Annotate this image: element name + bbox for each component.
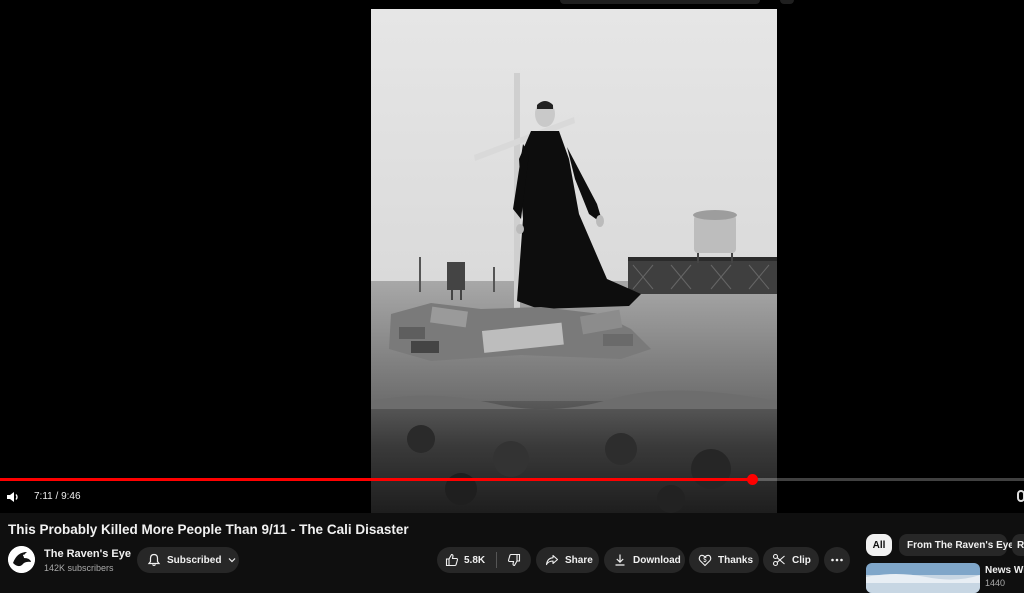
- channel-name[interactable]: The Raven's Eye: [44, 548, 131, 560]
- thanks-button[interactable]: Thanks: [689, 547, 759, 573]
- time-separator: /: [52, 491, 62, 502]
- share-arrow-icon: [545, 554, 559, 566]
- share-button[interactable]: Share: [536, 547, 599, 573]
- progress-bar[interactable]: [0, 474, 1024, 485]
- time-display: 7:11 / 9:46: [34, 491, 81, 502]
- download-icon: [615, 554, 625, 566]
- current-time: 7:11: [34, 491, 53, 502]
- volume-icon[interactable]: [5, 489, 21, 505]
- duration: 9:46: [61, 491, 81, 502]
- progress-scrubber[interactable]: [747, 474, 758, 485]
- like-dislike-group: 5.8K: [437, 547, 531, 573]
- video-title: This Probably Killed More People Than 9/…: [8, 522, 409, 537]
- recommended-meta: 1440: [985, 578, 1006, 588]
- thumbs-down-icon: [507, 553, 521, 567]
- video-player[interactable]: 7:11 / 9:46: [0, 0, 1024, 513]
- chip-related[interactable]: R: [1012, 534, 1024, 556]
- download-label: Download: [633, 554, 681, 566]
- chip-all[interactable]: All: [866, 534, 892, 556]
- more-actions-button[interactable]: [824, 547, 850, 573]
- subscriber-count: 142K subscribers: [44, 563, 114, 573]
- subscribed-label: Subscribed: [167, 554, 222, 566]
- top-search-edge: [560, 0, 760, 4]
- download-button[interactable]: Download: [604, 547, 685, 573]
- recommended-thumbnail[interactable]: [866, 563, 980, 593]
- heart-dollar-icon: [698, 554, 712, 567]
- clip-button[interactable]: Clip: [763, 547, 819, 573]
- top-mic-edge: [780, 0, 794, 4]
- chevron-down-icon: [229, 558, 236, 563]
- raven-logo-icon: [8, 546, 35, 573]
- bell-icon: [147, 553, 161, 567]
- progress-bar-played: [0, 478, 752, 481]
- like-count: 5.8K: [464, 554, 486, 566]
- clip-label: Clip: [792, 554, 811, 566]
- thanks-label: Thanks: [718, 554, 754, 566]
- top-strip: [0, 0, 1024, 6]
- thumbnail-image: [866, 563, 980, 593]
- like-button[interactable]: 5.8K: [437, 547, 495, 573]
- channel-avatar[interactable]: [8, 546, 35, 573]
- share-label: Share: [565, 554, 593, 566]
- chip-from-channel[interactable]: From The Raven's Eye: [899, 534, 1014, 556]
- more-horizontal-icon: [831, 558, 843, 562]
- subscribed-button[interactable]: Subscribed: [137, 547, 239, 573]
- thumbs-up-icon: [445, 553, 459, 567]
- scissors-icon: [772, 553, 785, 567]
- recommended-title[interactable]: News Wi: [985, 565, 1024, 576]
- video-frame: [371, 9, 777, 513]
- toggle-icon[interactable]: [1017, 490, 1024, 502]
- dislike-button[interactable]: [497, 547, 531, 573]
